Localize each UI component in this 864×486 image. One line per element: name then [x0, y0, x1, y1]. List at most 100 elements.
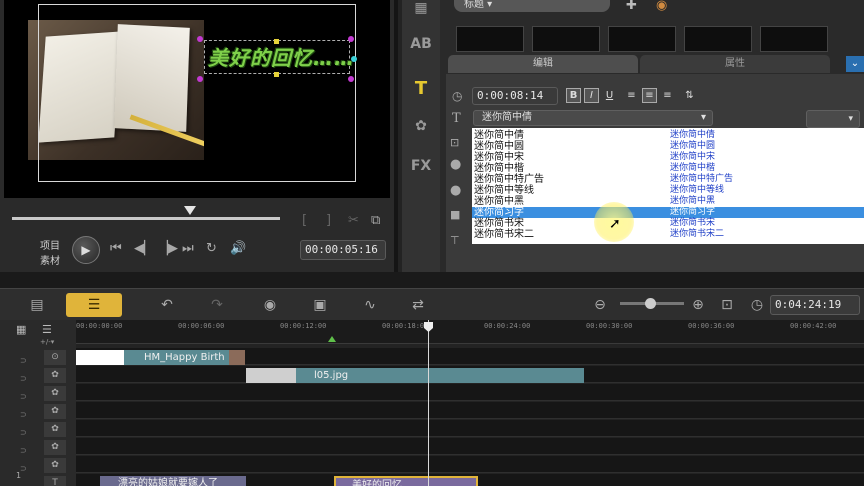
overlay-track-icon[interactable]: ✿: [44, 386, 66, 401]
mark-out-icon[interactable]: ]: [326, 213, 331, 228]
timeline-view-icon[interactable]: ☰: [66, 293, 122, 317]
previous-frame-icon[interactable]: ◀▏: [134, 241, 154, 256]
add-icon[interactable]: ✚: [626, 0, 637, 13]
cue-marker[interactable]: [328, 336, 336, 342]
audio-wave-icon[interactable]: ∿: [358, 293, 382, 317]
font-list-item[interactable]: 迷你简中宋 迷你简中宋: [472, 152, 864, 163]
mode-project-label[interactable]: 项目: [40, 237, 60, 252]
font-list[interactable]: 迷你简中倩 迷你简中倩 迷你简中圆 迷你简中圆 迷你简中宋 迷你简中宋 迷你简中楷 迷你…: [472, 128, 864, 244]
title-track-icon[interactable]: T: [44, 476, 66, 486]
tab-edit[interactable]: 编辑: [448, 55, 638, 73]
transition-icon[interactable]: AB: [408, 36, 434, 52]
storyboard-view-icon[interactable]: ▤: [20, 293, 54, 317]
resize-handle[interactable]: [197, 76, 203, 82]
font-list-item-selected[interactable]: 迷你简习字 迷你简习字: [472, 207, 864, 218]
video-clip-white[interactable]: [76, 350, 124, 365]
enlarge-icon[interactable]: ⧉: [371, 213, 380, 228]
title-preset-thumbnail[interactable]: [760, 26, 828, 52]
zoom-out-icon[interactable]: ⊖: [592, 293, 608, 317]
overlay-track[interactable]: [76, 438, 864, 455]
overlay-track[interactable]: [76, 402, 864, 419]
graphic-icon[interactable]: ✿: [408, 118, 434, 134]
font-list-item[interactable]: 迷你简中倩 迷你简中倩: [472, 130, 864, 141]
border-option-icon[interactable]: ●: [450, 157, 461, 172]
bold-button[interactable]: B: [566, 88, 581, 103]
fit-project-icon[interactable]: ⊡: [718, 293, 736, 317]
font-list-item[interactable]: 迷你简书宋 迷你简书宋: [472, 218, 864, 229]
play-button[interactable]: ▶: [72, 236, 100, 264]
track-lock-icon[interactable]: ⊃: [20, 446, 27, 455]
track-manager-icon[interactable]: ▦: [16, 323, 26, 336]
track-lock-icon[interactable]: ⊃: [20, 410, 27, 419]
background-option-icon[interactable]: ■: [450, 208, 460, 221]
font-dropdown[interactable]: 迷你简中倩 ▾: [473, 110, 713, 126]
volume-icon[interactable]: 🔊: [230, 241, 246, 256]
preview-screen[interactable]: 美好的回忆……: [4, 0, 390, 198]
align-center-icon[interactable]: ≡: [642, 88, 657, 103]
add-remove-track-icon[interactable]: +/-▾: [40, 338, 54, 346]
undo-icon[interactable]: ↶: [156, 293, 178, 317]
italic-button[interactable]: I: [584, 88, 599, 103]
align-left-icon[interactable]: ≡: [624, 88, 639, 103]
mode-clip-label[interactable]: 素材: [40, 252, 60, 267]
font-list-item[interactable]: 迷你简书宋二 迷你简书宋二: [472, 229, 864, 240]
font-list-item[interactable]: 迷你简中圆 迷你简中圆: [472, 141, 864, 152]
preview-title-text[interactable]: 美好的回忆……: [208, 42, 355, 71]
media-icon[interactable]: ▦: [408, 0, 434, 16]
underline-button[interactable]: U: [602, 88, 617, 103]
preview-scrubber-track[interactable]: [12, 217, 280, 220]
end-icon[interactable]: ⏭: [182, 241, 194, 256]
category-dropdown[interactable]: 标题 ▾: [454, 0, 610, 12]
text-direction-icon[interactable]: ⇅: [682, 88, 697, 103]
resize-handle[interactable]: [274, 39, 279, 44]
project-duration[interactable]: 0:04:24:19: [770, 295, 860, 315]
overlay-track[interactable]: [76, 384, 864, 401]
title-preset-thumbnail[interactable]: [684, 26, 752, 52]
overlay-track-icon[interactable]: ✿: [44, 404, 66, 419]
video-clip[interactable]: HM_Happy Birth: [124, 350, 230, 365]
font-list-item[interactable]: 迷你简中等线 迷你简中等线: [472, 185, 864, 196]
overlay-clip[interactable]: l05.jpg: [296, 368, 584, 383]
track-lock-icon[interactable]: ⊃: [20, 356, 27, 365]
mark-in-icon[interactable]: [: [302, 213, 307, 228]
video-track-icon[interactable]: ⊙: [44, 350, 66, 365]
repeat-icon[interactable]: ↻: [206, 241, 217, 256]
title-clip-selected[interactable]: 美好的回忆……: [334, 476, 478, 486]
title-clip[interactable]: 漂亮的姑娘就要嫁人了: [100, 476, 246, 486]
timeline-ruler[interactable]: 00:00:00:00 00:00:06:00 00:00:12:00 00:0…: [76, 320, 864, 344]
title-icon[interactable]: T: [408, 78, 434, 99]
next-frame-icon[interactable]: ▕▶: [158, 241, 178, 256]
overlay-track-icon[interactable]: ✿: [44, 458, 66, 473]
zoom-slider-thumb[interactable]: [645, 298, 656, 309]
filter-icon[interactable]: FX: [408, 158, 434, 174]
resize-handle[interactable]: [274, 72, 279, 77]
track-lock-icon[interactable]: ⊃: [20, 374, 27, 383]
preview-scrubber-thumb[interactable]: [184, 206, 196, 215]
panel-divider[interactable]: [0, 272, 864, 288]
track-lock-icon[interactable]: ⊃: [20, 392, 27, 401]
font-size-dropdown[interactable]: ▾: [806, 110, 860, 128]
font-list-item[interactable]: 迷你简中特广告 迷你简中特广告: [472, 174, 864, 185]
text-background-icon[interactable]: ⊤: [450, 234, 460, 247]
chapter-menu-icon[interactable]: ☰: [42, 323, 52, 336]
overlay-track-icon[interactable]: ✿: [44, 422, 66, 437]
overlay-track[interactable]: [76, 420, 864, 437]
overlay-track[interactable]: [76, 456, 864, 473]
font-list-item[interactable]: 迷你简中楷 迷你简中楷: [472, 163, 864, 174]
duration-timecode[interactable]: 0:00:08:14: [472, 87, 558, 105]
scissors-icon[interactable]: ✂: [348, 213, 359, 228]
collapse-icon[interactable]: ⌄: [846, 56, 864, 72]
zoom-in-icon[interactable]: ⊕: [690, 293, 706, 317]
align-right-icon[interactable]: ≡: [660, 88, 675, 103]
home-icon[interactable]: ⏮: [110, 241, 122, 256]
overlay-track-icon[interactable]: ✿: [44, 440, 66, 455]
title-preset-thumbnail[interactable]: [532, 26, 600, 52]
tab-attributes[interactable]: 属性: [640, 55, 830, 73]
resize-handle[interactable]: [197, 36, 203, 42]
redo-icon[interactable]: ↷: [206, 293, 228, 317]
rotate-handle[interactable]: [351, 56, 357, 62]
overlay-track-icon[interactable]: ✿: [44, 368, 66, 383]
title-preset-thumbnail[interactable]: [456, 26, 524, 52]
preview-timecode[interactable]: 00:00:05:16: [300, 240, 386, 260]
resize-handle[interactable]: [348, 36, 354, 42]
